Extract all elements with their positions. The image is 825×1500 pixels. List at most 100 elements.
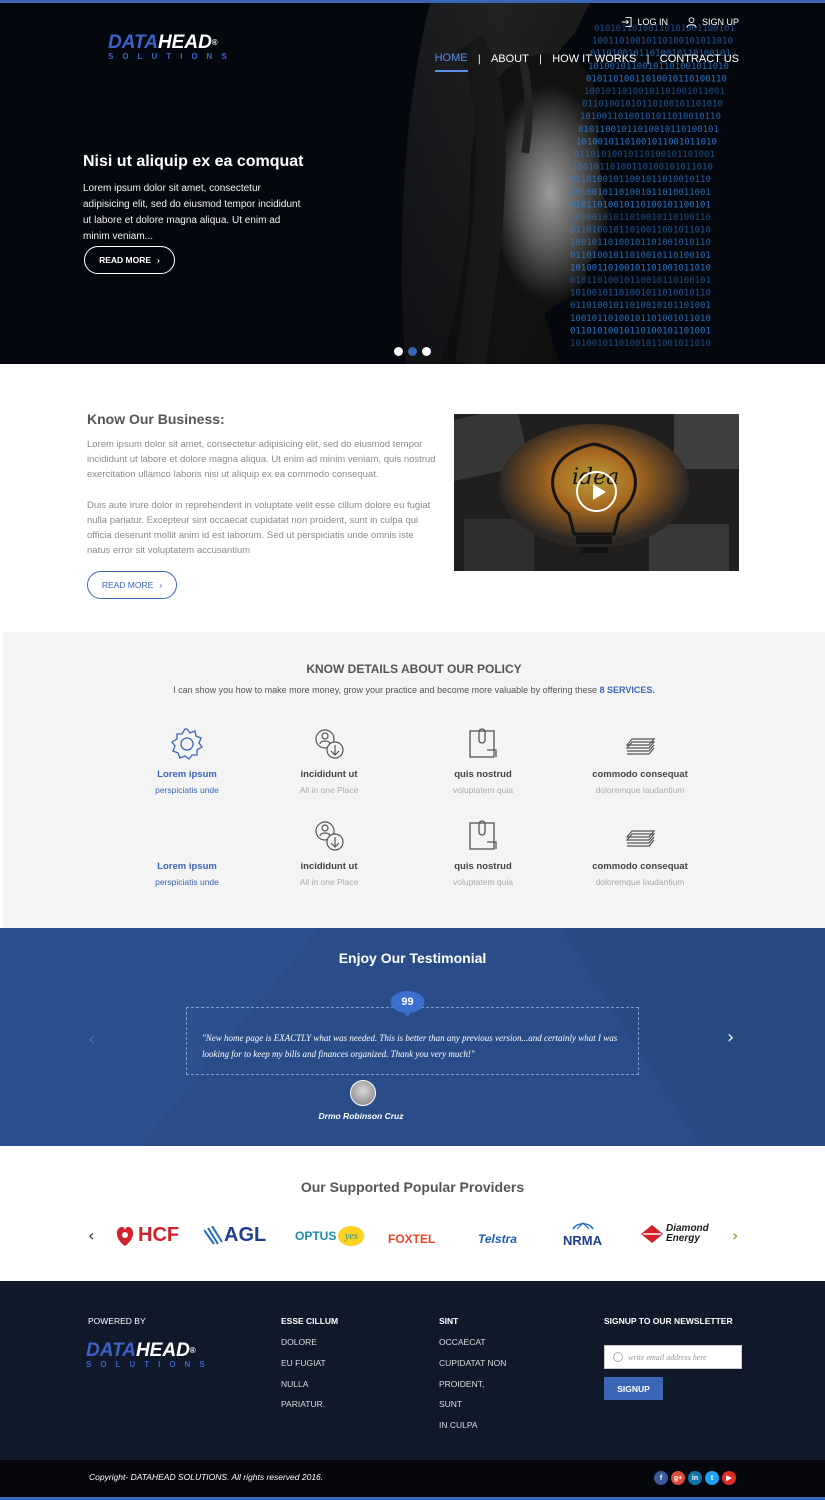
slider-dot[interactable]: [394, 347, 403, 356]
clipboard-icon: [469, 728, 497, 758]
provider-logo-agl[interactable]: AGL: [204, 1224, 266, 1247]
service-item[interactable]: quis nostrud voluptatem quia: [413, 818, 553, 890]
user-download-icon: [315, 821, 344, 851]
binary-code-row: 10011010010110100101011010: [592, 37, 733, 47]
service-item[interactable]: commodo consequat doloremque laudantium: [570, 726, 710, 798]
brand-name: AGL: [224, 1224, 267, 1246]
footer-link[interactable]: CUPIDATAT NON: [439, 1358, 506, 1368]
nrma-crest-icon: [571, 1222, 594, 1230]
brand-name: OPTUS: [295, 1229, 337, 1243]
footer-link[interactable]: PARIATUR.: [281, 1399, 325, 1409]
binary-code-row: 01011010011010010110100110: [586, 74, 727, 84]
providers-prev-arrow[interactable]: ‹: [88, 1226, 94, 1245]
footer-link[interactable]: DOLORE: [281, 1337, 317, 1347]
nav-item-how-it-works[interactable]: HOW IT WORKS: [552, 53, 636, 71]
footer-link[interactable]: SUNT: [439, 1399, 462, 1409]
business-paragraph-1: Lorem ipsum dolor sit amet, consectetur …: [87, 439, 436, 480]
login-label: LOG IN: [637, 17, 668, 27]
providers-title: Our Supported Popular Providers: [300, 1179, 525, 1195]
hcf-heart-icon: [116, 1226, 134, 1246]
service-title: Lorem ipsum: [157, 769, 217, 780]
youtube-icon[interactable]: ▶: [722, 1471, 736, 1485]
testimonial-prev-arrow[interactable]: ‹: [88, 1029, 95, 1050]
header-logo[interactable]: DATAHEAD® SOLUTIONS: [108, 33, 268, 63]
facebook-icon[interactable]: f: [654, 1471, 668, 1485]
binary-code-row: 10100101101001011010010110: [570, 289, 711, 299]
binary-code-row: 10100101101001011001011010: [576, 137, 717, 147]
testimonial-quote: "New home page is EXACTLY what was neede…: [202, 1033, 618, 1059]
service-item[interactable]: incididunt ut All in one Place: [259, 726, 399, 798]
testimonial-next-arrow[interactable]: ›: [727, 1027, 734, 1048]
footer-link[interactable]: EU FUGIAT: [281, 1358, 326, 1368]
footer-link[interactable]: NULLA: [281, 1379, 308, 1389]
nav-separator: |: [646, 53, 650, 65]
provider-logo-hcf[interactable]: HCF: [115, 1224, 179, 1247]
play-icon[interactable]: [576, 471, 617, 512]
business-title: Know Our Business:: [87, 411, 225, 427]
user-download-icon: [315, 729, 344, 759]
slider-dot-active[interactable]: [408, 347, 417, 356]
binary-code-row: 10100101011010010110100110: [570, 213, 711, 223]
binary-code-row: 10010110100101101001011001: [584, 87, 725, 97]
binary-code-row: 01101001011010010101101001: [570, 301, 711, 311]
logo-text-head: HEAD: [135, 1340, 190, 1361]
newsletter-signup-button[interactable]: SIGNUP: [604, 1377, 663, 1400]
service-item[interactable]: Lorem ipsum perspiciatis unde: [117, 726, 257, 798]
newsletter-placeholder: write email address here: [628, 1352, 707, 1362]
logo-text-data: DATA: [86, 1340, 136, 1361]
service-title: commodo consequat: [592, 769, 688, 780]
binary-code-row: 10010110100101101001010110: [570, 238, 711, 248]
service-item[interactable]: commodo consequat doloremque laudantium: [570, 818, 710, 890]
provider-logo-diamond-energy[interactable]: Diamond Energy: [641, 1224, 709, 1244]
business-read-more-button[interactable]: READ MORE ›: [87, 571, 177, 599]
footer: [0, 1281, 825, 1460]
powered-by-label: POWERED BY: [88, 1316, 146, 1326]
nav-item-contract-us[interactable]: CONTRACT US: [660, 53, 739, 71]
google-plus-icon[interactable]: g+: [671, 1471, 685, 1485]
empty-icon-slot: [169, 818, 205, 854]
policy-subtitle-highlight: 8 SERVICES.: [599, 685, 655, 695]
providers-next-arrow[interactable]: ›: [732, 1226, 738, 1245]
copyright-text: Copyright- DATAHEAD SOLUTIONS. All right…: [89, 1472, 324, 1482]
binary-code-row: 10100101101001011001011010: [570, 339, 711, 349]
service-item[interactable]: incididunt ut All in one Place: [259, 818, 399, 890]
slider-dot[interactable]: [422, 347, 431, 356]
binary-code-row: 01101001011010011001011010: [570, 226, 711, 236]
binary-code-row: 10100101101001011010011001: [570, 188, 711, 198]
hero-banner: 01010110100110101001100101 10011010010110…: [0, 3, 825, 364]
binary-code-row: 10010110100101101001011010: [570, 314, 711, 324]
service-title: incididunt ut: [300, 769, 358, 780]
quote-badge: 99: [401, 996, 414, 1008]
gear-icon: [171, 728, 203, 760]
footer-col1-title: ESSE CILLUM: [281, 1316, 339, 1326]
binary-code-row: 01101001011010010110100101: [570, 251, 711, 261]
signup-link[interactable]: SIGN UP: [686, 16, 739, 28]
clipboard-icon: [469, 820, 497, 850]
provider-logo-telstra[interactable]: Telstra: [478, 1228, 517, 1247]
logo-registered-mark: ®: [211, 38, 218, 47]
login-link[interactable]: LOG IN: [621, 16, 668, 28]
service-item[interactable]: quis nostrud voluptatem quia: [413, 726, 553, 798]
footer-link[interactable]: IN CULPA: [439, 1420, 478, 1430]
service-subtitle: perspiciatis unde: [155, 877, 219, 887]
provider-logo-foxtel[interactable]: FOXTEL: [388, 1228, 435, 1247]
service-subtitle: voluptatem quia: [452, 877, 513, 887]
hero-text: Lorem ipsum dolor sit amet, consectetur …: [83, 183, 301, 242]
footer-link[interactable]: PROIDENT,: [439, 1379, 484, 1389]
email-icon: [613, 1352, 623, 1362]
service-item[interactable]: Lorem ipsum perspiciatis unde: [117, 818, 257, 890]
provider-logo-nrma[interactable]: NRMA: [563, 1220, 602, 1249]
service-title: commodo consequat: [592, 861, 688, 872]
footer-link[interactable]: OCCAECAT: [439, 1337, 486, 1347]
hero-read-more-button[interactable]: READ MORE ›: [84, 246, 175, 274]
chevron-right-icon: ›: [159, 580, 163, 590]
nav-item-home[interactable]: HOME: [434, 52, 468, 72]
linkedin-icon[interactable]: in: [688, 1471, 702, 1485]
newsletter-title: SIGNUP TO OUR NEWSLETTER: [604, 1316, 733, 1326]
provider-logo-optus[interactable]: OPTUS yes: [295, 1226, 365, 1246]
newsletter-email-input[interactable]: write email address here: [604, 1345, 742, 1369]
footer-logo[interactable]: DATAHEAD® SOLUTIONS: [86, 1340, 246, 1369]
twitter-icon[interactable]: t: [705, 1471, 719, 1485]
diamond-icon: [641, 1225, 663, 1243]
nav-item-about[interactable]: ABOUT: [491, 53, 529, 71]
